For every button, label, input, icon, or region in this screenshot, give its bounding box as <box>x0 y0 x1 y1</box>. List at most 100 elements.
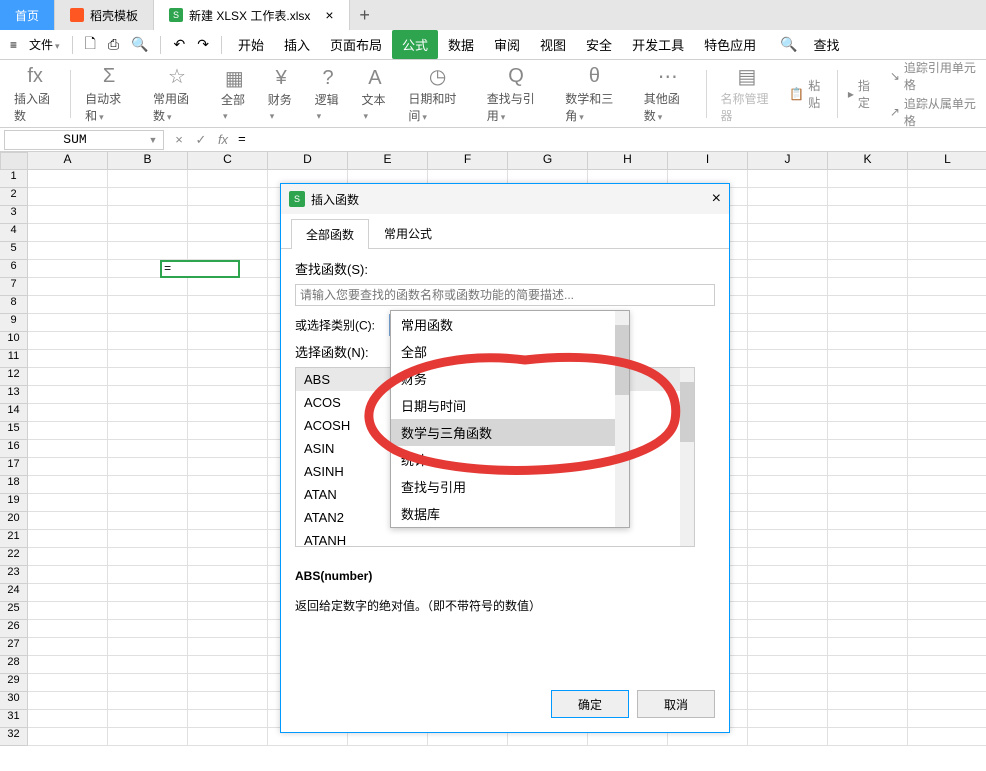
menu-data[interactable]: 数据 <box>438 30 484 59</box>
cell[interactable] <box>28 206 108 224</box>
dropdown-item[interactable]: 全部 <box>391 338 629 365</box>
column-header[interactable]: I <box>668 152 748 170</box>
dropdown-item[interactable]: 查找与引用 <box>391 473 629 500</box>
row-header[interactable]: 5 <box>0 242 28 260</box>
cell[interactable] <box>108 638 188 656</box>
cell[interactable] <box>188 512 268 530</box>
row-header[interactable]: 15 <box>0 422 28 440</box>
cell[interactable] <box>908 566 986 584</box>
cell[interactable] <box>748 422 828 440</box>
cell[interactable] <box>908 656 986 674</box>
cell[interactable] <box>828 278 908 296</box>
column-header[interactable]: D <box>268 152 348 170</box>
undo-icon[interactable]: ↶ <box>167 36 191 53</box>
dialog-tab-common[interactable]: 常用公式 <box>369 218 447 248</box>
file-menu[interactable]: 文件 <box>23 34 66 55</box>
cell[interactable] <box>108 530 188 548</box>
new-tab-button[interactable]: + <box>350 0 380 30</box>
cell[interactable] <box>828 710 908 728</box>
cell[interactable] <box>28 512 108 530</box>
cell[interactable] <box>908 548 986 566</box>
cell[interactable] <box>28 332 108 350</box>
cell[interactable] <box>108 170 188 188</box>
cell[interactable] <box>188 170 268 188</box>
preview-icon[interactable]: 🔍 <box>125 36 154 53</box>
save-icon[interactable]: 🗋 <box>79 33 102 57</box>
menu-special[interactable]: 特色应用 <box>694 30 766 59</box>
cell[interactable] <box>908 422 986 440</box>
column-header[interactable]: C <box>188 152 268 170</box>
cell[interactable] <box>28 224 108 242</box>
cell[interactable] <box>28 710 108 728</box>
cell[interactable] <box>28 656 108 674</box>
cell[interactable] <box>908 620 986 638</box>
select-all-corner[interactable] <box>0 152 28 170</box>
row-header[interactable]: 32 <box>0 728 28 746</box>
cell[interactable] <box>908 332 986 350</box>
accept-formula-icon[interactable]: ✓ <box>190 132 212 148</box>
cell[interactable] <box>188 602 268 620</box>
row-header[interactable]: 16 <box>0 440 28 458</box>
cell[interactable] <box>188 674 268 692</box>
cell[interactable] <box>908 512 986 530</box>
cell[interactable] <box>828 674 908 692</box>
cell[interactable] <box>188 656 268 674</box>
name-box-input[interactable] <box>5 131 145 149</box>
cell[interactable] <box>28 440 108 458</box>
dropdown-scroll-thumb[interactable] <box>615 325 629 395</box>
formula-input[interactable] <box>234 132 986 147</box>
column-header[interactable]: K <box>828 152 908 170</box>
row-header[interactable]: 25 <box>0 602 28 620</box>
cell[interactable] <box>828 494 908 512</box>
function-list-item[interactable]: ATANH <box>296 529 694 547</box>
dialog-tab-all[interactable]: 全部函数 <box>291 219 369 249</box>
cell[interactable] <box>28 548 108 566</box>
cell[interactable] <box>188 494 268 512</box>
search-icon[interactable]: 🔍 <box>774 36 803 53</box>
cell[interactable] <box>828 440 908 458</box>
name-box[interactable]: ▼ <box>4 130 164 150</box>
cell[interactable] <box>108 278 188 296</box>
row-header[interactable]: 22 <box>0 548 28 566</box>
cell[interactable] <box>188 548 268 566</box>
cell[interactable] <box>748 602 828 620</box>
menu-view[interactable]: 视图 <box>530 30 576 59</box>
cell[interactable] <box>908 242 986 260</box>
cell[interactable] <box>108 602 188 620</box>
cell[interactable] <box>908 170 986 188</box>
cell[interactable] <box>108 332 188 350</box>
cell[interactable] <box>748 350 828 368</box>
cancel-formula-icon[interactable]: × <box>168 132 190 147</box>
cell[interactable] <box>748 188 828 206</box>
close-dialog-icon[interactable]: × <box>712 190 721 208</box>
column-header[interactable]: J <box>748 152 828 170</box>
cell[interactable] <box>108 296 188 314</box>
cell[interactable] <box>188 296 268 314</box>
dialog-titlebar[interactable]: S 插入函数 × <box>281 184 729 214</box>
cell[interactable] <box>908 692 986 710</box>
cell[interactable] <box>748 476 828 494</box>
column-header[interactable]: A <box>28 152 108 170</box>
cell[interactable] <box>828 548 908 566</box>
row-header[interactable]: 13 <box>0 386 28 404</box>
cell[interactable] <box>828 584 908 602</box>
cell[interactable] <box>748 296 828 314</box>
cell[interactable] <box>28 422 108 440</box>
cell[interactable] <box>108 728 188 746</box>
cell[interactable] <box>748 314 828 332</box>
cell[interactable] <box>828 386 908 404</box>
cell[interactable] <box>828 170 908 188</box>
listbox-scroll-thumb[interactable] <box>680 382 694 442</box>
cell[interactable] <box>188 440 268 458</box>
cell[interactable] <box>748 170 828 188</box>
cell[interactable] <box>188 332 268 350</box>
cell[interactable] <box>908 278 986 296</box>
cell[interactable] <box>28 350 108 368</box>
cell[interactable] <box>828 314 908 332</box>
cell[interactable] <box>828 638 908 656</box>
row-header[interactable]: 29 <box>0 674 28 692</box>
row-header[interactable]: 26 <box>0 620 28 638</box>
cell[interactable] <box>28 278 108 296</box>
ribbon-finance[interactable]: ¥财务 <box>258 60 305 127</box>
redo-icon[interactable]: ↷ <box>191 36 215 53</box>
